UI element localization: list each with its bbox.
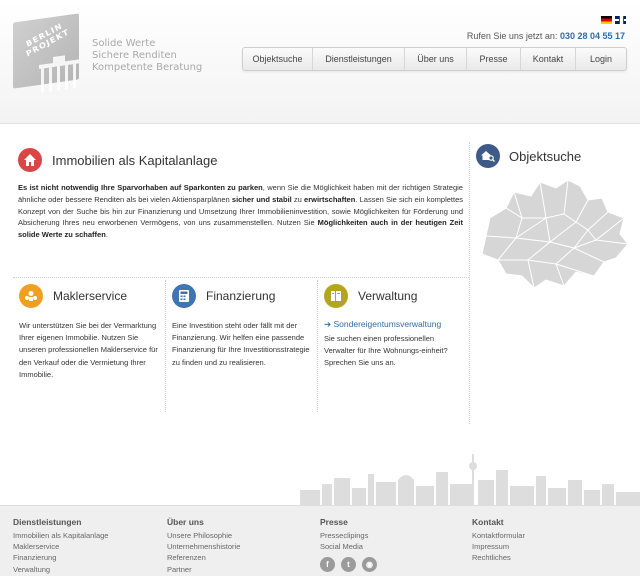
footer: Dienstleistungen Immobilien als Kapitala…	[0, 505, 640, 576]
footer-link[interactable]: Kontaktformular	[472, 530, 525, 541]
intro-bold: sicher und stabil	[231, 194, 292, 204]
de-flag-icon[interactable]	[601, 16, 612, 24]
column-heading: Maklerservice	[19, 284, 159, 308]
footer-column-kontakt: Kontakt Kontaktformular Impressum Rechtl…	[472, 517, 525, 564]
house-icon	[18, 148, 42, 172]
footer-link[interactable]: Partner	[167, 564, 240, 575]
phone-callout: Rufen Sie uns jetzt an: 030 28 04 55 17	[467, 31, 625, 41]
sidebar-heading: Objektsuche	[476, 144, 581, 168]
nav-item-presse[interactable]: Presse	[467, 48, 521, 70]
header: BERLIN PROJEKT Solide Werte Sichere Rend…	[0, 0, 640, 124]
footer-link[interactable]: Maklerservice	[13, 541, 108, 552]
intro-text: Es ist nicht notwendig Ihre Sparvorhaben…	[18, 182, 463, 241]
language-switcher	[601, 16, 626, 24]
footer-link[interactable]: Referenzen	[167, 552, 240, 563]
tagline-line: Solide Werte	[92, 38, 156, 49]
main-nav: Objektsuche Dienstleistungen Über uns Pr…	[242, 47, 627, 71]
users-icon	[19, 284, 43, 308]
phone-number[interactable]: 030 28 04 55 17	[560, 31, 625, 41]
service-column-makler: Maklerservice Wir unterstützen Sie bei d…	[19, 284, 159, 381]
facebook-icon[interactable]: f	[320, 557, 335, 573]
nav-item-objektsuche[interactable]: Objektsuche	[243, 48, 313, 70]
intro-bold: erwirtschaften	[304, 194, 356, 204]
footer-title: Presse	[320, 517, 348, 527]
brandenburg-gate-icon	[39, 55, 79, 93]
column-title: Finanzierung	[206, 289, 276, 303]
gb-flag-icon[interactable]	[615, 16, 626, 24]
intro-section: Immobilien als Kapitalanlage Es ist nich…	[18, 148, 463, 241]
footer-link[interactable]: Impressum	[472, 541, 525, 552]
house-search-icon	[476, 144, 500, 168]
service-column-verwaltung: Verwaltung ➔ Sondereigentumsverwaltung S…	[324, 284, 464, 370]
column-heading: Verwaltung	[324, 284, 464, 308]
footer-column-ueber-uns: Über uns Unsere Philosophie Unternehmens…	[167, 517, 240, 575]
tagline: Solide Werte Sichere Renditen Kompetente…	[92, 38, 202, 74]
column-divider	[165, 280, 166, 412]
intro-heading: Immobilien als Kapitalanlage	[18, 148, 463, 172]
intro-text-part: .	[105, 230, 108, 240]
twitter-icon[interactable]: t	[341, 557, 356, 573]
footer-link[interactable]: Immobilien als Kapitalanlage	[13, 530, 108, 541]
footer-column-presse: Presse Presseclipings Social Media f t ◉	[320, 517, 377, 573]
intro-title: Immobilien als Kapitalanlage	[52, 152, 218, 168]
sidebar-title: Objektsuche	[509, 148, 582, 164]
nav-item-ueber-uns[interactable]: Über uns	[405, 48, 467, 70]
footer-link[interactable]: Verwaltung	[13, 564, 108, 575]
footer-link[interactable]: Rechtliches	[472, 552, 525, 563]
section-divider	[13, 277, 469, 278]
intro-text-part: zu	[291, 194, 305, 204]
nav-item-kontakt[interactable]: Kontakt	[521, 48, 576, 70]
footer-title: Über uns	[167, 517, 204, 527]
column-text: Sie suchen einen professionellen Verwalt…	[324, 334, 448, 368]
footer-link[interactable]: Social Media	[320, 541, 377, 552]
berlin-map[interactable]	[476, 178, 634, 292]
tagline-line: Sichere Renditen	[92, 50, 177, 61]
column-title: Maklerservice	[53, 289, 128, 303]
callus-label: Rufen Sie uns jetzt an:	[466, 31, 558, 41]
footer-column-dienstleistungen: Dienstleistungen Immobilien als Kapitala…	[13, 517, 108, 575]
social-links: f t ◉	[320, 557, 377, 573]
sondereigentum-link[interactable]: ➔ Sondereigentumsverwaltung	[324, 319, 464, 330]
footer-link[interactable]: Presseclipings	[320, 530, 377, 541]
footer-title: Dienstleistungen	[13, 517, 82, 527]
column-divider	[317, 280, 318, 412]
sidebar-divider	[469, 142, 470, 424]
footer-link[interactable]: Unternehmenshistorie	[167, 541, 240, 552]
nav-item-dienstleistungen[interactable]: Dienstleistungen	[313, 48, 405, 70]
link-label: Sondereigentumsverwaltung	[333, 319, 442, 329]
logo[interactable]: BERLIN PROJEKT	[13, 13, 79, 93]
folder-icon	[324, 284, 348, 308]
berlin-skyline	[300, 454, 640, 506]
column-title: Verwaltung	[358, 289, 418, 303]
footer-link[interactable]: Unsere Philosophie	[167, 530, 240, 541]
footer-title: Kontakt	[472, 517, 504, 527]
nav-item-login[interactable]: Login	[576, 48, 626, 70]
service-column-finanzierung: Finanzierung Eine Investition steht oder…	[172, 284, 312, 369]
column-text: Eine Investition steht oder fällt mit de…	[172, 321, 310, 367]
tagline-line: Kompetente Beratung	[92, 62, 203, 73]
column-text: Wir unterstützen Sie bei der Vermarktung…	[19, 321, 158, 379]
column-heading: Finanzierung	[172, 284, 312, 308]
rss-icon[interactable]: ◉	[362, 557, 377, 573]
calculator-icon	[172, 284, 196, 308]
intro-bold: Es ist nicht notwendig Ihre Sparvorhaben…	[18, 183, 263, 192]
footer-link[interactable]: Finanzierung	[13, 552, 108, 563]
